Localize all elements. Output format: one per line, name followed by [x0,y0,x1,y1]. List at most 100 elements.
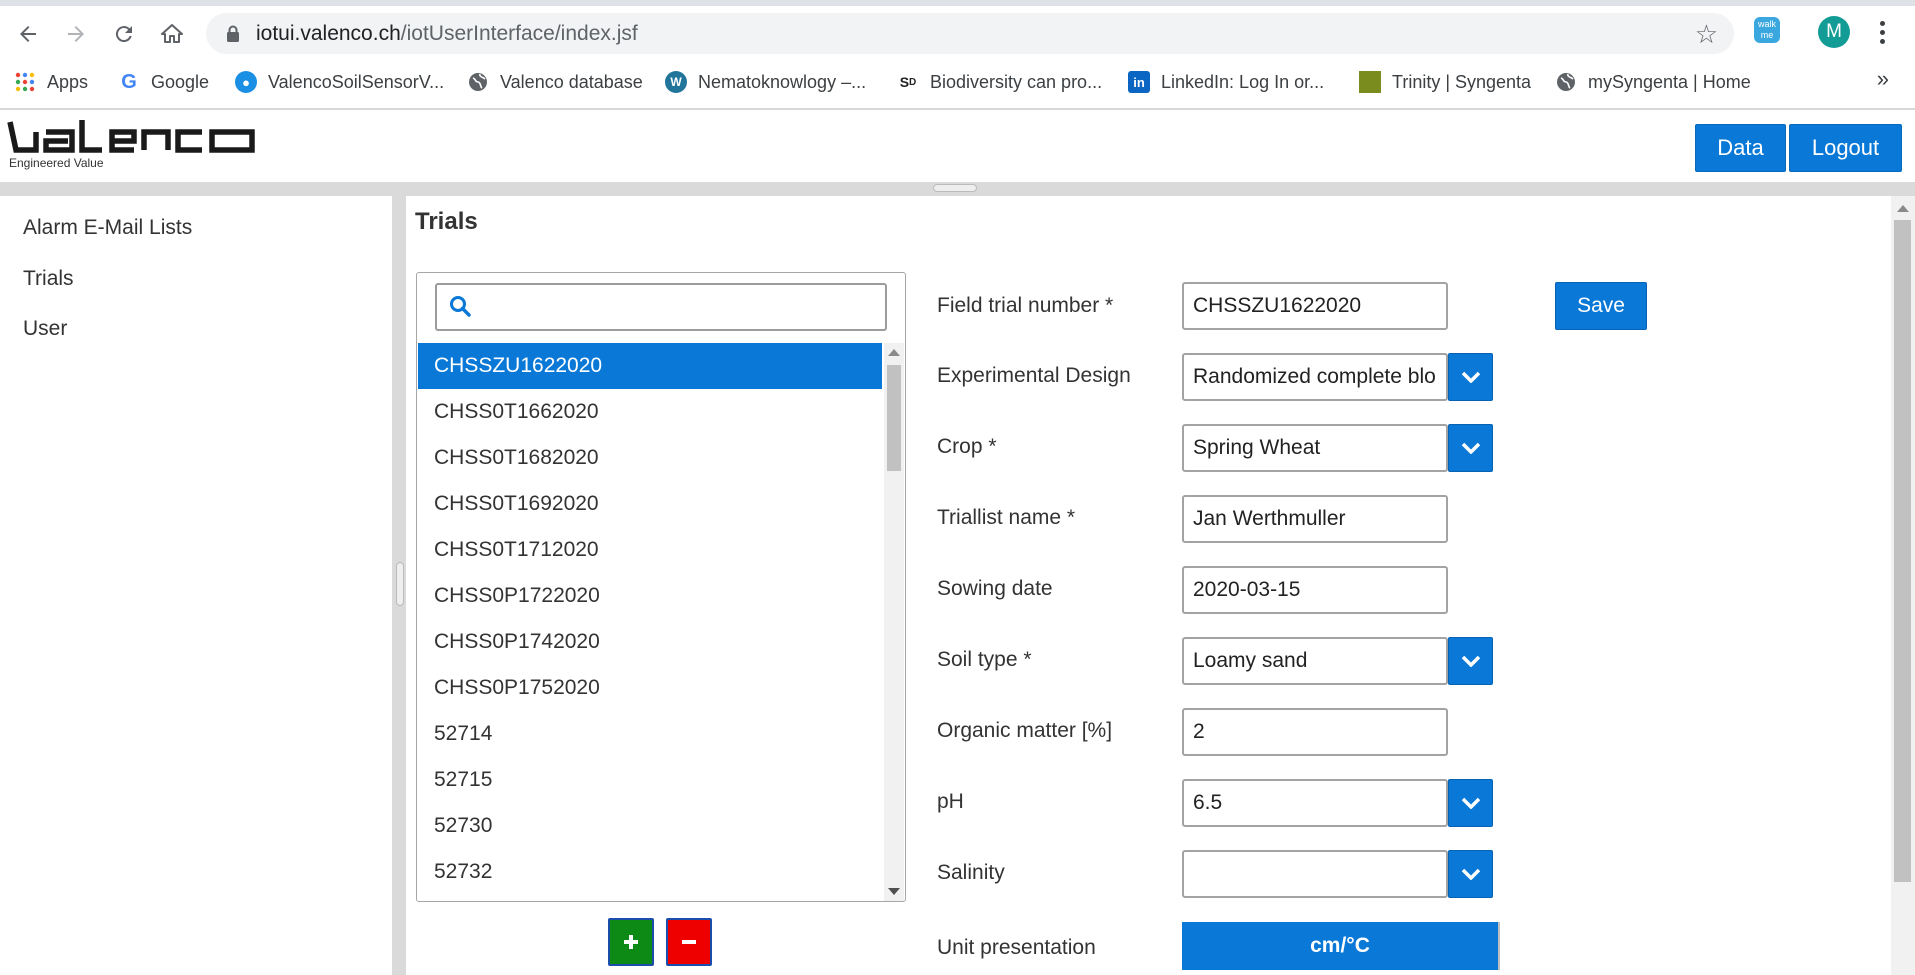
crop-select[interactable]: Spring Wheat [1182,424,1448,472]
trial-list-item[interactable]: CHSSZU1622020 [418,343,882,389]
bookmark-star-icon[interactable]: ☆ [1695,19,1718,50]
apps-grid-icon [14,71,36,93]
trials-list-panel: CHSSZU1622020 CHSS0T1662020 CHSS0T1682020 C… [416,272,906,902]
sidebar-item-alarm-email-lists[interactable]: Alarm E-Mail Lists [23,216,192,240]
valenco-logo: valenco [7,120,255,153]
crop-dropdown-button[interactable] [1448,424,1493,472]
scroll-up-icon[interactable] [888,349,900,356]
bookmark-biodiversity[interactable]: SD Biodiversity can pro... [897,68,1102,96]
trial-list-item[interactable]: CHSS0T1662020 [418,389,882,435]
trial-list-item[interactable]: CHSS0P1722020 [418,573,882,619]
chevron-down-icon [1461,868,1480,880]
ph-select[interactable]: 6.5 [1182,779,1448,827]
bookmark-mysyngenta[interactable]: mySyngenta | Home [1555,68,1751,96]
page-scroll-up-icon[interactable] [1897,205,1909,212]
bookmark-valenco-database[interactable]: Valenco database [467,68,643,96]
trial-list-item[interactable]: 52715 [418,757,882,803]
field-trial-number-input[interactable]: CHSSZU1622020 [1182,282,1448,330]
remove-trial-button[interactable]: − [666,918,712,966]
bookmark-google[interactable]: G Google [118,68,209,96]
arrow-left-icon [20,26,36,42]
page-scrollbar[interactable] [1891,196,1915,975]
organic-matter-input[interactable]: 2 [1182,708,1448,756]
sidebar: Alarm E-Mail Lists Trials User [0,196,392,975]
ph-dropdown-button[interactable] [1448,779,1493,827]
trial-list-item[interactable]: CHSS0P1742020 [418,619,882,665]
crop-label: Crop * [937,435,997,458]
sowing-date-input[interactable]: 2020-03-15 [1182,566,1448,614]
main-content: Trials CHSSZU1622020 CHSS0T1662020 CHSS0T1… [406,196,1891,975]
forward-button[interactable] [56,14,96,54]
organic-matter-label: Organic matter [%] [937,719,1113,742]
save-button[interactable]: Save [1555,282,1647,330]
url-host: iotui.valenco.ch [256,22,401,45]
bookmarks-overflow-button[interactable]: » [1877,66,1889,92]
walkme-extension-icon[interactable]: walk me [1754,17,1780,43]
triallist-name-input[interactable]: Jan Werthmuller [1182,495,1448,543]
lightbulb-icon: ● [235,71,257,93]
trial-list-item[interactable]: CHSS0P1752020 [418,665,882,711]
trial-list-item[interactable]: CHSS0T1682020 [418,435,882,481]
trial-list-item[interactable]: 52714 [418,711,882,757]
reload-button[interactable] [104,14,144,54]
chevron-down-icon [1461,371,1480,383]
url-path: /iotUserInterface/index.jsf [400,22,638,45]
trial-search-box[interactable] [435,283,887,331]
salinity-label: Salinity [937,861,1005,884]
extension-label: walk me [1757,19,1776,40]
soil-type-label: Soil type * [937,648,1032,671]
list-scrollbar[interactable] [884,343,904,901]
unit-presentation-toggle[interactable]: cm/°C [1182,922,1500,970]
bookmark-label: Apps [47,71,89,92]
bookmark-label: mySyngenta | Home [1588,71,1751,92]
scroll-down-icon[interactable] [888,888,900,895]
add-trial-button[interactable]: + [608,918,654,966]
chevron-down-icon [1461,797,1480,809]
soil-type-select[interactable]: Loamy sand [1182,637,1448,685]
wordpress-icon: W [665,71,687,93]
experimental-design-select[interactable]: Randomized complete blo [1182,353,1448,401]
bookmark-label: Valenco database [500,71,643,92]
ph-label: pH [937,790,964,813]
logout-button[interactable]: Logout [1789,124,1902,172]
bookmarks-bar: Apps G Google ● ValencoSoilSensorV... Va… [0,64,1915,100]
list-scrollbar-thumb[interactable] [887,365,901,471]
bookmark-label: Biodiversity can pro... [930,71,1103,92]
profile-avatar[interactable]: M [1818,16,1850,48]
page-scrollbar-thumb[interactable] [1894,220,1911,882]
chevron-down-icon [1461,655,1480,667]
page-title: Trials [415,208,478,235]
browser-chrome: iotui.valenco.ch/iotUserInterface/index.… [0,0,1915,110]
vertical-splitter-grip[interactable] [396,562,404,606]
splitter-grip[interactable] [933,184,977,192]
browser-menu-icon[interactable] [1872,14,1892,50]
sidebar-item-trials[interactable]: Trials [23,267,74,291]
salinity-dropdown-button[interactable] [1448,850,1493,898]
home-icon [161,24,183,43]
bookmark-apps[interactable]: Apps [14,68,88,96]
trials-list: CHSSZU1622020 CHSS0T1662020 CHSS0T1682020 C… [418,343,882,901]
trial-list-item[interactable]: 52730 [418,803,882,849]
bookmark-valenco-soil-sensor[interactable]: ● ValencoSoilSensorV... [235,68,444,96]
bookmark-label: LinkedIn: Log In or... [1161,71,1325,92]
home-button[interactable] [152,14,192,54]
bookmark-linkedin[interactable]: in LinkedIn: Log In or... [1128,68,1324,96]
triallist-name-label: Triallist name * [937,506,1076,529]
field-trial-number-label: Field trial number * [937,294,1114,317]
bookmark-nematoknowlogy[interactable]: W Nematoknowlogy –... [665,68,866,96]
sidebar-item-user[interactable]: User [23,317,67,341]
back-button[interactable] [8,14,48,54]
bookmark-trinity-syngenta[interactable]: Trinity | Syngenta [1359,68,1531,96]
experimental-design-dropdown-button[interactable] [1448,353,1493,401]
sd-icon: SD [899,74,917,90]
sowing-date-label: Sowing date [937,577,1053,600]
trial-search-input[interactable] [481,289,877,325]
soil-type-dropdown-button[interactable] [1448,637,1493,685]
salinity-select[interactable] [1182,850,1448,898]
data-button[interactable]: Data [1695,124,1786,172]
trial-list-item[interactable]: CHSS0T1692020 [418,481,882,527]
trial-list-item[interactable]: 52732 [418,849,882,895]
bookmark-label: Google [151,71,210,92]
address-bar[interactable]: iotui.valenco.ch/iotUserInterface/index.… [206,13,1734,54]
trial-list-item[interactable]: CHSS0T1712020 [418,527,882,573]
